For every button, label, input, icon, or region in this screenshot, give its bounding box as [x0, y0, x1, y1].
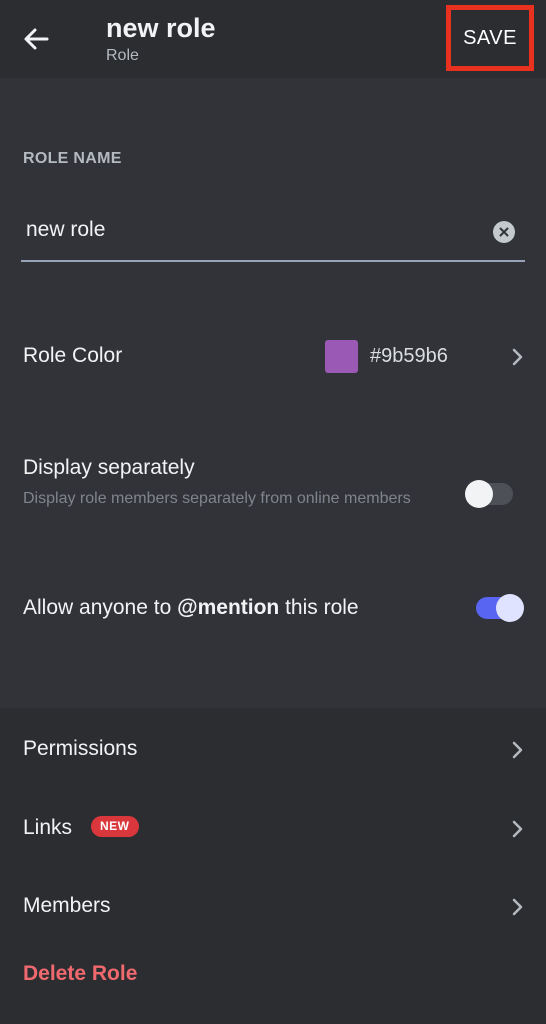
role-name-field [21, 207, 525, 262]
mention-label-suffix: this role [279, 596, 359, 619]
title-group: new role Role [106, 12, 216, 67]
chevron-right-icon [512, 898, 523, 916]
back-button[interactable] [18, 22, 54, 56]
display-separately-toggle[interactable] [465, 480, 513, 508]
arrow-left-icon [24, 28, 49, 50]
mention-label-bold: @mention [177, 596, 280, 619]
toggle-knob [496, 594, 524, 622]
role-color-label: Role Color [23, 344, 123, 367]
chevron-right-icon [512, 348, 523, 366]
chevron-right-icon [512, 820, 523, 838]
close-icon [499, 227, 509, 237]
top-bar: new role Role SAVE [0, 0, 546, 78]
display-separately-description: Display role members separately from onl… [23, 490, 411, 507]
members-label: Members [23, 894, 111, 917]
role-name-input[interactable] [26, 213, 466, 247]
save-button[interactable]: SAVE [446, 5, 534, 71]
role-color-row[interactable]: Role Color #9b59b6 [0, 322, 546, 392]
delete-role-button[interactable]: Delete Role [23, 962, 137, 986]
page-title: new role [106, 13, 216, 43]
mention-toggle[interactable] [476, 594, 524, 622]
color-swatch [325, 340, 358, 373]
links-row[interactable]: Links NEW [0, 794, 546, 860]
new-badge: NEW [91, 816, 139, 837]
toggle-knob [465, 480, 493, 508]
mention-label: Allow anyone to @mention this role [23, 596, 359, 620]
members-row[interactable]: Members [0, 872, 546, 938]
permissions-row[interactable]: Permissions [0, 715, 546, 781]
permissions-label: Permissions [23, 737, 138, 760]
links-label: Links [23, 816, 73, 839]
role-name-section-label: ROLE NAME [23, 150, 122, 167]
chevron-right-icon [512, 741, 523, 759]
display-separately-label: Display separately [23, 456, 195, 479]
clear-input-button[interactable] [493, 221, 515, 243]
mention-label-prefix: Allow anyone to [23, 596, 178, 619]
page-subtitle: Role [106, 47, 139, 64]
color-hex-value: #9b59b6 [370, 345, 448, 367]
